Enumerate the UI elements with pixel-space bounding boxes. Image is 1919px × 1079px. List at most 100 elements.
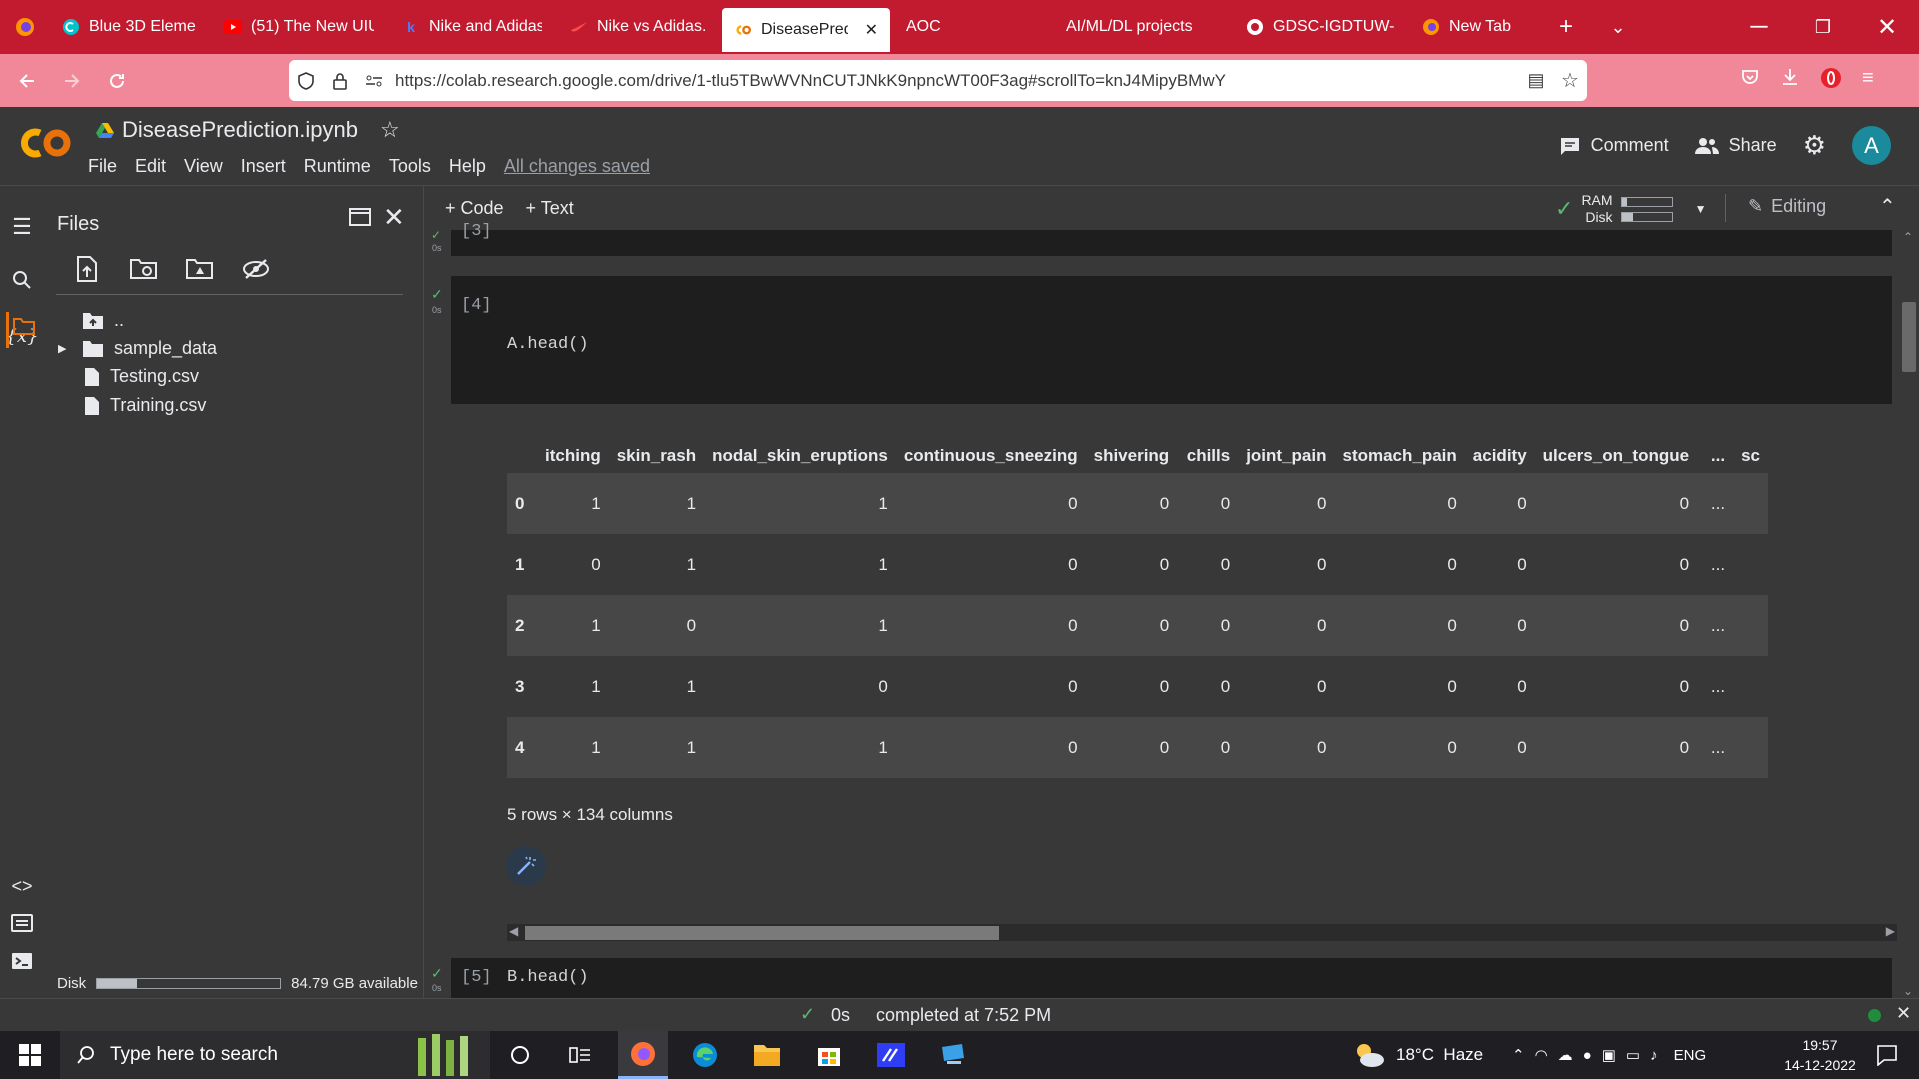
menu-runtime[interactable]: Runtime bbox=[304, 156, 371, 177]
new-tab-button[interactable]: + bbox=[1540, 0, 1592, 54]
address-bar[interactable]: https://colab.research.google.com/drive/… bbox=[289, 60, 1587, 101]
star-icon[interactable]: ☆ bbox=[380, 117, 400, 143]
open-in-tab-icon[interactable] bbox=[348, 206, 372, 228]
cell5-code-cell[interactable]: [5] B.head() bbox=[451, 958, 1892, 998]
file-item-training[interactable]: Training.csv bbox=[84, 395, 206, 416]
weather-widget[interactable]: 18°C Haze bbox=[1352, 1031, 1483, 1079]
minimize-window-button[interactable]: ─ bbox=[1727, 0, 1791, 54]
close-status-icon[interactable]: ✕ bbox=[1896, 1003, 1911, 1024]
collapse-header-icon[interactable]: ⌃ bbox=[1879, 194, 1896, 219]
browser-tab[interactable]: GDSC-IGDTUW-A bbox=[1234, 6, 1406, 48]
add-text-button[interactable]: + Text bbox=[526, 198, 574, 219]
language-indicator[interactable]: ENG bbox=[1674, 1047, 1707, 1064]
lock-icon[interactable] bbox=[323, 72, 357, 90]
saved-status[interactable]: All changes saved bbox=[504, 156, 650, 177]
battery-icon[interactable]: ▭ bbox=[1626, 1046, 1640, 1064]
hide-files-icon[interactable] bbox=[242, 258, 270, 280]
cell4-code[interactable]: A.head() bbox=[507, 335, 589, 354]
vscode-taskbar-icon[interactable] bbox=[866, 1031, 916, 1079]
horizontal-scrollbar[interactable]: ◀ ▶ bbox=[507, 924, 1897, 941]
notification-center-icon[interactable] bbox=[1862, 1031, 1912, 1079]
restore-window-button[interactable]: ❐ bbox=[1791, 0, 1855, 54]
show-hidden-icons-chevron-icon[interactable]: ⌃ bbox=[1512, 1046, 1525, 1064]
menu-tools[interactable]: Tools bbox=[389, 156, 431, 177]
resources-dropdown-icon[interactable]: ▼ bbox=[1695, 202, 1707, 216]
remote-desktop-taskbar-icon[interactable] bbox=[928, 1031, 978, 1079]
scroll-down-arrow[interactable]: ⌄ bbox=[1903, 984, 1913, 998]
close-tab-icon[interactable]: ✕ bbox=[865, 20, 878, 40]
task-view-icon[interactable] bbox=[560, 1031, 600, 1079]
browser-tab[interactable]: AI/ML/DL projects bbox=[1054, 6, 1230, 48]
tracking-shield-icon[interactable] bbox=[289, 71, 323, 90]
status-completed[interactable]: completed at 7:52 PM bbox=[876, 1005, 1051, 1026]
scroll-left-arrow[interactable]: ◀ bbox=[509, 924, 518, 938]
file-explorer-taskbar-icon[interactable] bbox=[742, 1031, 792, 1079]
microphone-icon[interactable]: ● bbox=[1583, 1047, 1592, 1064]
bookmark-star-icon[interactable]: ☆ bbox=[1553, 68, 1587, 93]
taskbar-search-box[interactable]: Type here to search bbox=[60, 1031, 490, 1079]
editing-mode-button[interactable]: ✎ Editing bbox=[1748, 196, 1826, 217]
scroll-up-arrow[interactable]: ⌃ bbox=[1903, 230, 1913, 244]
wifi-icon[interactable]: ◠ bbox=[1535, 1046, 1548, 1064]
back-button[interactable] bbox=[8, 61, 45, 101]
mount-drive-icon[interactable] bbox=[186, 258, 214, 280]
menu-file[interactable]: File bbox=[88, 156, 117, 177]
reader-view-icon[interactable]: ▤ bbox=[1519, 70, 1553, 91]
notebook-title[interactable]: DiseasePrediction.ipynb bbox=[122, 117, 358, 143]
app-menu-icon[interactable]: ≡ bbox=[1862, 67, 1874, 90]
refresh-folder-icon[interactable] bbox=[130, 258, 158, 280]
upload-file-icon[interactable] bbox=[76, 256, 98, 282]
downloads-icon[interactable] bbox=[1780, 67, 1800, 90]
browser-tab[interactable]: DiseasePredicti ✕ bbox=[722, 8, 890, 52]
reload-button[interactable] bbox=[98, 61, 135, 101]
browser-tab[interactable]: (51) The New UIU bbox=[212, 6, 386, 48]
colab-logo[interactable] bbox=[18, 123, 74, 163]
firefox-menu-icon[interactable] bbox=[0, 0, 50, 54]
cell4-code-cell[interactable]: [4] A.head() bbox=[451, 276, 1892, 404]
windows-start-icon[interactable] bbox=[0, 1031, 60, 1079]
close-files-icon[interactable]: ✕ bbox=[383, 202, 405, 233]
onedrive-cloud-icon[interactable]: ☁ bbox=[1558, 1046, 1573, 1064]
clock[interactable]: 19:57 14-12-2022 bbox=[1782, 1035, 1858, 1075]
browser-tab[interactable]: Blue 3D Elements bbox=[50, 6, 208, 48]
comment-button[interactable]: Comment bbox=[1559, 135, 1669, 156]
file-item-testing[interactable]: Testing.csv bbox=[84, 366, 199, 387]
table-of-contents-icon[interactable]: ☰ bbox=[0, 214, 44, 240]
menu-help[interactable]: Help bbox=[449, 156, 486, 177]
vertical-scrollbar[interactable]: ⌃ ⌄ bbox=[1898, 230, 1919, 998]
magic-wand-button[interactable] bbox=[506, 846, 546, 886]
forward-button[interactable] bbox=[53, 61, 90, 101]
microsoft-store-taskbar-icon[interactable] bbox=[804, 1031, 854, 1079]
scroll-right-arrow[interactable]: ▶ bbox=[1886, 924, 1895, 938]
add-code-button[interactable]: + Code bbox=[445, 198, 504, 219]
list-all-tabs-icon[interactable]: ⌄ bbox=[1592, 0, 1644, 54]
parent-dir-item[interactable]: .. bbox=[82, 310, 124, 331]
edge-taskbar-icon[interactable] bbox=[680, 1031, 730, 1079]
cell5-code[interactable]: B.head() bbox=[507, 968, 589, 987]
search-icon[interactable] bbox=[0, 270, 44, 290]
browser-tab[interactable]: New Tab bbox=[1410, 6, 1536, 48]
vertical-scroll-thumb[interactable] bbox=[1902, 302, 1916, 372]
cortana-icon[interactable] bbox=[500, 1031, 540, 1079]
settings-gear-icon[interactable]: ⚙ bbox=[1803, 130, 1826, 161]
browser-tab[interactable]: AOC bbox=[894, 6, 1050, 48]
scroll-thumb[interactable] bbox=[525, 926, 999, 940]
menu-insert[interactable]: Insert bbox=[241, 156, 286, 177]
files-folder-icon[interactable] bbox=[2, 317, 46, 335]
resources-indicator[interactable]: ✓ RAM Disk ▼ bbox=[1555, 192, 1706, 226]
firefox-taskbar-icon[interactable] bbox=[618, 1031, 668, 1079]
terminal-icon[interactable] bbox=[0, 952, 44, 970]
share-button[interactable]: Share bbox=[1694, 135, 1777, 156]
pocket-icon[interactable] bbox=[1740, 67, 1760, 90]
permissions-icon[interactable] bbox=[357, 74, 391, 88]
code-snippets-icon[interactable]: <> bbox=[0, 876, 44, 897]
command-palette-icon[interactable] bbox=[0, 914, 44, 932]
browser-tab[interactable]: k Nike and Adidas bbox=[390, 6, 554, 48]
user-avatar[interactable]: A bbox=[1852, 126, 1891, 165]
close-window-button[interactable]: ✕ bbox=[1855, 0, 1919, 54]
prev-code-cell[interactable]: [3] bbox=[451, 222, 1892, 256]
folder-item-sample-data[interactable]: ▶ sample_data bbox=[58, 338, 217, 359]
meet-now-icon[interactable]: ▣ bbox=[1602, 1046, 1616, 1064]
volume-icon[interactable]: ♪ bbox=[1650, 1047, 1658, 1064]
menu-edit[interactable]: Edit bbox=[135, 156, 166, 177]
